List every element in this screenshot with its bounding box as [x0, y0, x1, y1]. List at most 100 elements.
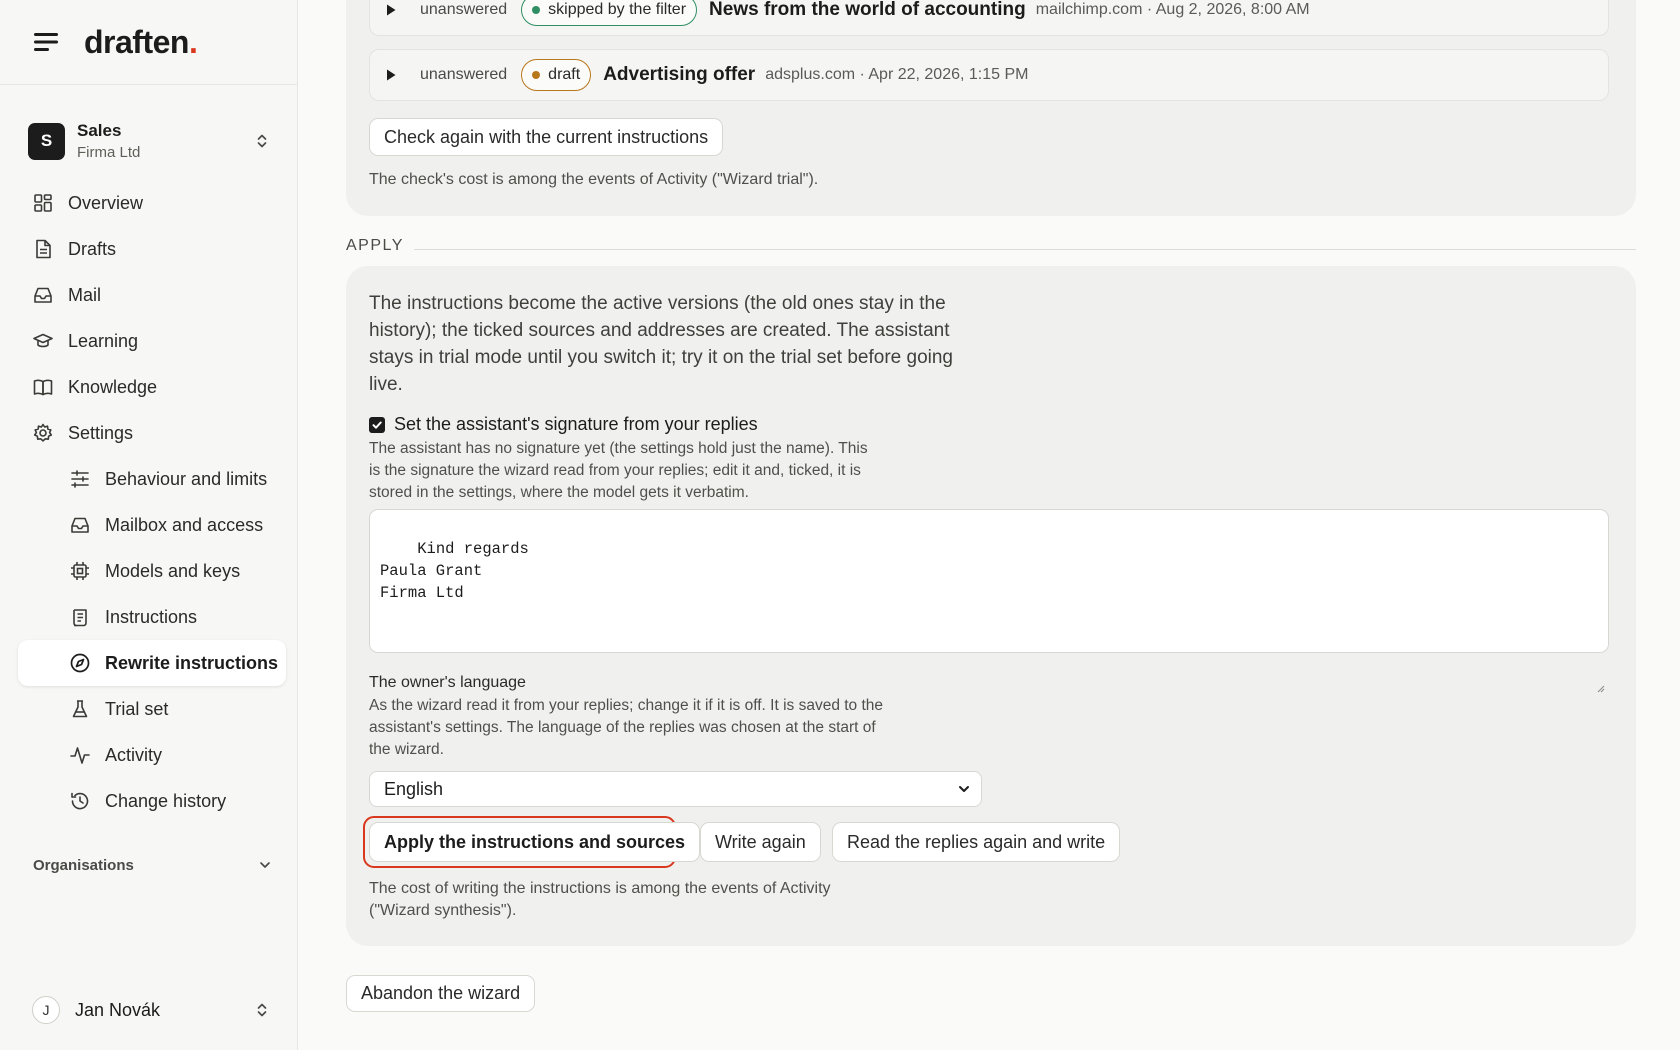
nav-item-mailbox-and-access[interactable]: Mailbox and access	[18, 502, 286, 548]
language-label: The owner's language	[369, 674, 526, 691]
document-icon	[32, 238, 54, 260]
nav-label: Change history	[105, 790, 227, 811]
nav-label: Learning	[68, 330, 139, 351]
nav-label: Mail	[68, 284, 102, 305]
signature-checkbox-row[interactable]: Set the assistant's signature from your …	[369, 414, 758, 435]
nav-item-trial-set[interactable]: Trial set	[18, 686, 286, 732]
badge-label: skipped by the filter	[548, 1, 687, 18]
organisations-toggle[interactable]: Organisations	[33, 853, 273, 877]
book-icon	[32, 376, 54, 398]
signature-help: The assistant has no signature yet (the …	[369, 440, 868, 501]
pulse-icon	[69, 744, 91, 766]
nav-item-knowledge[interactable]: Knowledge	[18, 364, 286, 410]
avatar: J	[32, 996, 60, 1024]
nav-item-instructions[interactable]: Instructions	[18, 594, 286, 640]
signature-checkbox[interactable]	[369, 416, 385, 433]
nav-label: Knowledge	[68, 376, 158, 397]
nav-item-change-history[interactable]: Change history	[18, 778, 286, 824]
trial-email-row[interactable]: unanswered skipped by the filter News fr…	[369, 0, 1609, 36]
email-subject: Advertising offer	[603, 64, 756, 85]
inbox-icon	[32, 284, 54, 306]
org-text: Sales Firma Ltd	[77, 121, 252, 161]
trial-card: unanswered skipped by the filter News fr…	[346, 0, 1636, 216]
nav-item-drafts[interactable]: Drafts	[18, 226, 286, 272]
nav-label: Trial set	[105, 698, 169, 719]
chevron-down-icon	[257, 857, 273, 873]
signature-text: Kind regards Paula Grant Firma Ltd	[380, 540, 529, 602]
nav-item-mail[interactable]: Mail	[18, 272, 286, 318]
sliders-icon	[69, 468, 91, 490]
section-title-apply: APPLY	[346, 237, 404, 254]
org-switcher[interactable]: S Sales Firma Ltd	[28, 117, 272, 165]
trial-email-row[interactable]: unanswered draft Advertising offer adspl…	[369, 49, 1609, 101]
gear-icon	[32, 422, 54, 444]
brand-row: draften.	[0, 0, 297, 85]
status-badge: draft	[521, 59, 592, 91]
logo[interactable]: draften.	[84, 23, 198, 61]
user-menu[interactable]: J Jan Novák	[32, 993, 272, 1027]
inbox-icon	[69, 514, 91, 536]
apply-cost-note: The cost of writing the instructions is …	[369, 880, 831, 919]
nav-item-overview[interactable]: Overview	[18, 180, 286, 226]
signature-textarea[interactable]: Kind regards Paula Grant Firma Ltd	[369, 509, 1609, 693]
email-meta: adsplus.com · Apr 22, 2026, 1:15 PM	[765, 66, 1029, 83]
apply-instructions-button[interactable]: Apply the instructions and sources	[369, 822, 701, 862]
nav-label: Models and keys	[105, 560, 241, 581]
write-again-button[interactable]: Write again	[700, 822, 821, 862]
org-company: Firma Ltd	[77, 144, 141, 161]
nav-item-activity[interactable]: Activity	[18, 732, 286, 778]
chip-icon	[69, 560, 91, 582]
nav-item-rewrite-instructions[interactable]: Rewrite instructions	[18, 640, 286, 686]
org-avatar: S	[28, 122, 65, 160]
compass-icon	[69, 652, 91, 674]
status-dot	[532, 6, 541, 14]
sidebar: draften. S Sales Firma Ltd Overview Draf…	[0, 0, 298, 1050]
graduation-cap-icon	[32, 330, 54, 352]
resize-handle-icon[interactable]	[1595, 639, 1605, 693]
section-divider	[414, 249, 1636, 250]
email-meta: mailchimp.com · Aug 2, 2026, 8:00 AM	[1035, 1, 1310, 18]
chevron-down-icon	[957, 782, 971, 796]
chevron-up-down-icon	[252, 1000, 272, 1020]
history-icon	[69, 790, 91, 812]
check-again-button[interactable]: Check again with the current instruction…	[369, 118, 724, 156]
nav-item-behaviour-and-limits[interactable]: Behaviour and limits	[18, 456, 286, 502]
nav-label: Activity	[105, 744, 163, 765]
organisations-label: Organisations	[33, 856, 134, 874]
language-select[interactable]: English	[369, 771, 982, 807]
status-dot	[532, 71, 541, 79]
checkmark-icon	[372, 421, 382, 429]
trial-cost-note: The check's cost is among the events of …	[369, 171, 819, 188]
grid-icon	[32, 192, 54, 214]
nav-item-models-and-keys[interactable]: Models and keys	[18, 548, 286, 594]
scroll-icon	[69, 606, 91, 628]
nav-item-learning[interactable]: Learning	[18, 318, 286, 364]
read-again-button[interactable]: Read the replies again and write	[832, 822, 1121, 862]
nav-label: Rewrite instructions	[105, 652, 279, 673]
chevron-up-down-icon	[252, 131, 272, 151]
flask-icon	[69, 698, 91, 720]
nav-label: Instructions	[105, 606, 198, 627]
logo-text: draften	[84, 23, 189, 60]
language-help: As the wizard read it from your replies;…	[369, 697, 884, 758]
badge-label: draft	[548, 66, 581, 83]
apply-description: The instructions become the active versi…	[369, 293, 953, 395]
expand-triangle-icon[interactable]	[384, 3, 398, 17]
nav-label: Mailbox and access	[105, 514, 264, 535]
status-label: unanswered	[420, 1, 508, 18]
nav-label: Overview	[68, 192, 144, 213]
nav-item-settings[interactable]: Settings	[18, 410, 286, 456]
status-badge: skipped by the filter	[521, 0, 698, 26]
email-subject: News from the world of accounting	[709, 0, 1026, 20]
logo-dot: .	[188, 23, 198, 60]
menu-icon[interactable]	[32, 27, 62, 57]
nav-label: Settings	[68, 422, 134, 443]
nav-label: Behaviour and limits	[105, 468, 268, 489]
abandon-wizard-button[interactable]: Abandon the wizard	[346, 975, 536, 1012]
signature-checkbox-label: Set the assistant's signature from your …	[394, 414, 758, 434]
user-name: Jan Novák	[75, 999, 161, 1020]
status-label: unanswered	[420, 66, 508, 83]
org-name: Sales	[77, 121, 122, 140]
expand-triangle-icon[interactable]	[384, 68, 398, 82]
main-nav: Overview Drafts Mail Learning Knowledge	[18, 180, 286, 824]
